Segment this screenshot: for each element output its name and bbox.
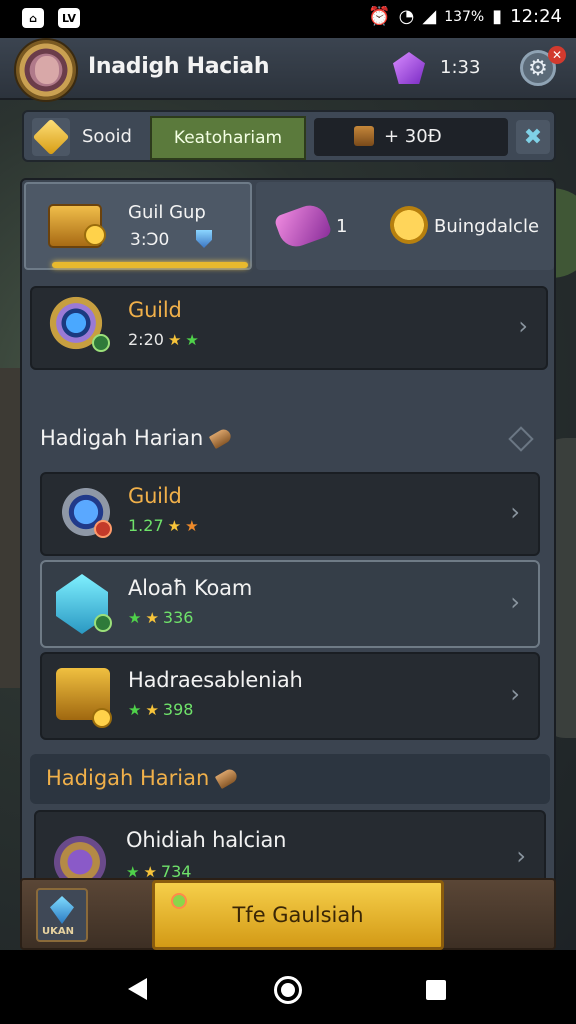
gem-slot-label: UKAN <box>42 926 74 937</box>
back-icon[interactable] <box>128 978 147 1000</box>
item-title: Guild <box>128 484 182 508</box>
section-title: Hadigah Harian <box>40 426 204 450</box>
item-value: 2:20 <box>128 330 164 349</box>
clock: 12:24 <box>510 6 562 27</box>
list-item[interactable]: Guild 1.27 ★ ★ › <box>40 472 540 556</box>
home-app-icon: ⌂ <box>22 8 44 28</box>
horn-icon <box>209 426 234 450</box>
chest-icon <box>354 126 374 146</box>
star-icon: ★ <box>145 608 159 627</box>
tab-buildings-label: Buingdalcle <box>434 216 540 237</box>
coin-counter: + 30Đ <box>314 118 508 156</box>
star-icon: ★ <box>128 700 142 719</box>
item-value: 1.27 <box>128 516 164 535</box>
gold-coin-icon <box>390 206 428 244</box>
section-title: Hadigah Harian <box>46 766 210 790</box>
star-icon: ★ <box>185 330 199 349</box>
level-badge-icon <box>92 334 110 352</box>
diamond-icon[interactable] <box>508 426 534 452</box>
game-screen: Inadigh Haciah 1:33 ⚙ ✕ Sooid Keatoharia… <box>0 38 576 950</box>
player-name: Inadigh Haciah <box>88 54 270 79</box>
list-item[interactable]: Guild 2:20 ★ ★ › <box>30 286 548 370</box>
star-icon: ★ <box>167 516 182 535</box>
top-bar: Inadigh Haciah 1:33 ⚙ ✕ <box>0 38 576 102</box>
cta-label: Tfe Gaulsiah <box>232 903 364 927</box>
list-item[interactable]: Aloaħ Koam ★ ★ 336 › <box>40 560 540 648</box>
star-icon: ★ <box>145 700 159 719</box>
battery-icon: ▮ <box>492 6 503 27</box>
crossed-swords-icon[interactable]: ✖ <box>516 120 550 154</box>
app-notification-icon: LV <box>58 8 80 28</box>
status-bar: ⌂ LV ⏰ ◔ ◢ 137% ▮ 12:24 <box>0 0 576 38</box>
chevron-right-icon: › <box>510 588 520 616</box>
resource-bar: Sooid Keatohariam + 30Đ ✖ <box>22 110 556 162</box>
bottom-bar: UKAN Tfe Gaulsiah <box>20 878 556 950</box>
coin-value: + 30Đ <box>384 126 442 147</box>
star-icon: ★ <box>167 330 182 349</box>
item-title: Hadraesableniah <box>128 668 303 692</box>
chevron-right-icon: › <box>510 680 520 708</box>
shield-icon <box>196 230 212 248</box>
resource-tab[interactable]: Keatohariam <box>150 116 306 160</box>
chevron-right-icon: › <box>518 312 528 340</box>
home-icon[interactable] <box>274 976 302 1004</box>
tab-guild[interactable]: Guil Gup 3:Ɔ0 <box>24 182 252 270</box>
tab-buildings[interactable]: 1 Buingdalcle <box>256 182 554 270</box>
item-subtitle: ★ ★ 336 <box>128 608 193 627</box>
tab-count: 1 <box>336 216 348 237</box>
star-icon: ★ <box>185 516 199 535</box>
blue-gem-icon <box>50 896 74 924</box>
item-subtitle: 1.27 ★ ★ <box>128 516 199 535</box>
gold-gem-icon <box>32 118 70 156</box>
gem-slot-button[interactable]: UKAN <box>36 888 88 942</box>
resource-label: Sooid <box>82 126 132 147</box>
item-subtitle: 2:20 ★ ★ <box>128 330 199 349</box>
recents-icon[interactable] <box>426 980 446 1000</box>
tab-guild-sub: 3:Ɔ0 <box>130 230 170 250</box>
tab-guild-title: Guil Gup <box>128 202 206 223</box>
guild-list: Guild 2:20 ★ ★ › Hadigah Harian Guild 1.… <box>30 276 550 908</box>
item-title: Ohidiah halcian <box>126 828 287 852</box>
wifi-icon: ◔ <box>398 6 415 27</box>
red-badge-icon <box>94 520 112 538</box>
chevron-right-icon: › <box>510 498 520 526</box>
section-header: Hadigah Harian <box>40 426 234 450</box>
level-badge-icon <box>94 614 112 632</box>
section-header: Hadigah Harian <box>46 766 240 790</box>
item-subtitle: ★ ★ 398 <box>128 700 193 719</box>
item-title: Guild <box>128 298 182 322</box>
horn-icon <box>215 766 240 790</box>
avatar-face <box>35 56 59 84</box>
sparkle-icon <box>171 893 187 909</box>
list-item[interactable]: Hadraesableniah ★ ★ 398 › <box>40 652 540 740</box>
purple-crest-icon <box>50 826 110 886</box>
item-value: 398 <box>162 700 194 719</box>
alarm-icon: ⏰ <box>368 6 391 27</box>
primary-action-button[interactable]: Tfe Gaulsiah <box>152 880 444 950</box>
gem-count: 1:33 <box>440 57 481 78</box>
player-avatar[interactable] <box>14 38 78 102</box>
coin-icon <box>84 224 106 246</box>
close-icon[interactable]: ✕ <box>548 46 566 64</box>
tab-progress-bar <box>52 262 248 268</box>
guild-panel: Guil Gup 3:Ɔ0 1 Buingdalcle Guild 2:20 ★… <box>20 178 556 914</box>
navigation-bar <box>0 950 576 1024</box>
battery-text: 137% <box>444 8 485 25</box>
item-title: Aloaħ Koam <box>128 576 253 600</box>
item-value: 336 <box>162 608 194 627</box>
star-icon: ★ <box>128 608 142 627</box>
coin-icon <box>92 708 112 728</box>
potion-icon <box>273 200 333 252</box>
chevron-right-icon: › <box>516 842 526 870</box>
signal-icon: ◢ <box>422 6 437 27</box>
purple-gem-icon <box>393 52 425 84</box>
